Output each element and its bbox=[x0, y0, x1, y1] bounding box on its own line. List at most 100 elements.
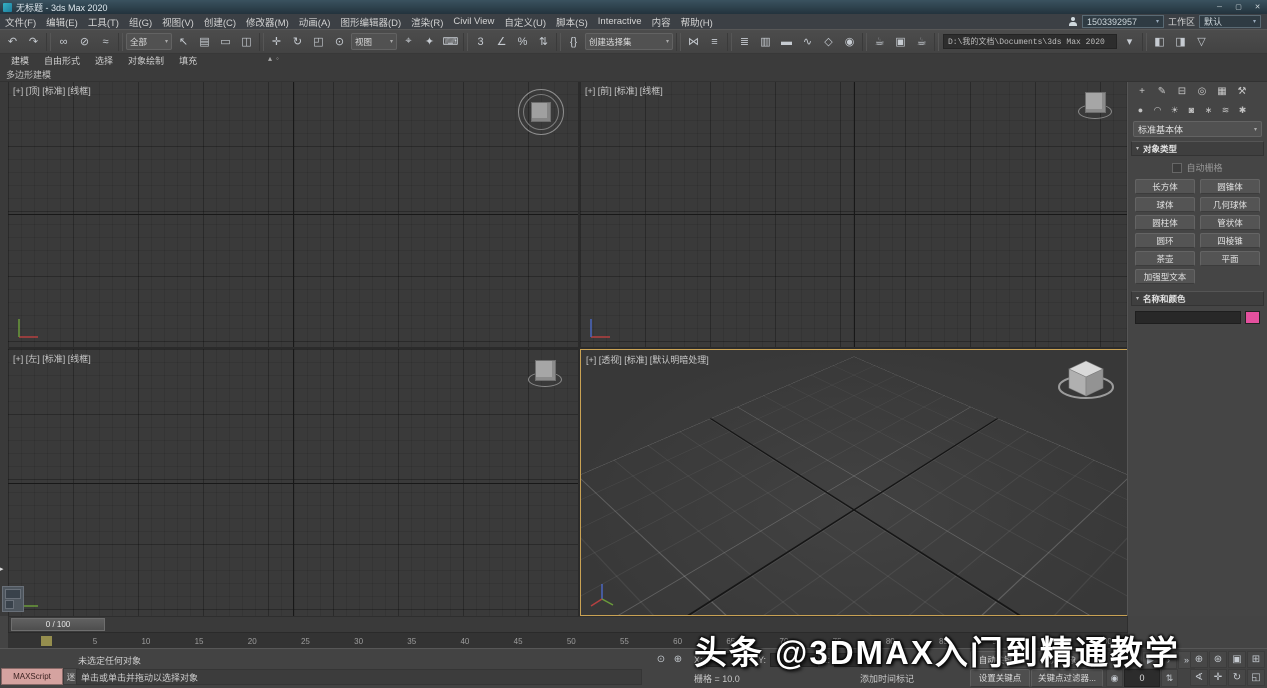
display-tab-icon[interactable]: ▦ bbox=[1212, 84, 1232, 99]
menu-item[interactable]: 组(G) bbox=[124, 15, 157, 29]
orbit-icon[interactable]: ↻ bbox=[1228, 669, 1246, 686]
angle-snap-icon[interactable]: ∠ bbox=[491, 32, 512, 51]
primitive-button[interactable]: 平面 bbox=[1200, 251, 1260, 266]
viewcube[interactable] bbox=[1057, 356, 1115, 406]
viewport-perspective[interactable]: [+] [透视] [标准] [默认明暗处理] bbox=[580, 349, 1128, 616]
utilities-tab-icon[interactable]: ⚒ bbox=[1232, 84, 1252, 99]
viewport-top[interactable]: [+] [顶] [标准] [线框] bbox=[8, 81, 578, 347]
layer-explorer-icon[interactable]: ▥ bbox=[755, 32, 776, 51]
viewcube[interactable] bbox=[518, 89, 564, 135]
edit-named-selection-sets-icon[interactable]: {} bbox=[563, 32, 584, 51]
rendered-frame-window-icon[interactable]: ▣ bbox=[890, 32, 911, 51]
viewcube[interactable] bbox=[528, 357, 562, 389]
viewport-top-label[interactable]: [+] [顶] [标准] [线框] bbox=[13, 84, 91, 97]
workspace-dropdown[interactable]: 默认 bbox=[1199, 15, 1261, 28]
create-tab-icon[interactable]: + bbox=[1132, 84, 1152, 99]
menu-item[interactable]: Interactive bbox=[593, 16, 647, 27]
primitive-button[interactable]: 四棱锥 bbox=[1200, 233, 1260, 248]
viewport-left[interactable]: [+] [左] [标准] [线框] bbox=[8, 349, 578, 616]
primitive-button[interactable]: 几何球体 bbox=[1200, 197, 1260, 212]
unlink-selection-icon[interactable]: ⊘ bbox=[74, 32, 95, 51]
percent-snap-icon[interactable]: % bbox=[512, 32, 533, 51]
cameras-category-icon[interactable]: ◙ bbox=[1183, 103, 1200, 117]
viewcube[interactable] bbox=[1078, 89, 1112, 121]
spinner-snap-icon[interactable]: ⇅ bbox=[533, 32, 554, 51]
maxscript-mini-listener[interactable]: MAXScript bbox=[1, 668, 63, 685]
viewport-perspective-label[interactable]: [+] [透视] [标准] [默认明暗处理] bbox=[586, 353, 709, 366]
scene-explorer-icon[interactable]: ≣ bbox=[734, 32, 755, 51]
named-selection-sets-dropdown[interactable]: 创建选择集 bbox=[585, 33, 673, 50]
shapes-category-icon[interactable]: ◠ bbox=[1149, 103, 1166, 117]
hierarchy-tab-icon[interactable]: ⊟ bbox=[1172, 84, 1192, 99]
ribbon-tab[interactable]: 建模 bbox=[4, 53, 36, 68]
render-production-icon[interactable]: ☕ bbox=[911, 32, 932, 51]
fov-icon[interactable]: ∢ bbox=[1190, 669, 1208, 686]
redo-icon[interactable]: ↷ bbox=[23, 32, 44, 51]
undo-icon[interactable]: ↶ bbox=[2, 32, 23, 51]
zoom-extents-icon[interactable]: ▣ bbox=[1228, 651, 1246, 668]
ribbon-toggle-icon[interactable]: ▬ bbox=[776, 32, 797, 51]
menu-item[interactable]: 视图(V) bbox=[157, 15, 199, 29]
select-and-link-icon[interactable]: ∞ bbox=[53, 32, 74, 51]
isolate-selection-icon[interactable]: ⊙ bbox=[653, 652, 669, 667]
material-editor-icon[interactable]: ◉ bbox=[839, 32, 860, 51]
select-and-rotate-icon[interactable]: ↻ bbox=[287, 32, 308, 51]
close-button[interactable]: ✕ bbox=[1248, 1, 1267, 14]
motion-tab-icon[interactable]: ◎ bbox=[1192, 84, 1212, 99]
menu-item[interactable]: 工具(T) bbox=[83, 15, 124, 29]
ribbon-minimize-icon[interactable]: ▴ bbox=[268, 54, 272, 63]
primitive-button[interactable]: 管状体 bbox=[1200, 215, 1260, 230]
ribbon-tab[interactable]: 填充 bbox=[172, 53, 204, 68]
modify-tab-icon[interactable]: ✎ bbox=[1152, 84, 1172, 99]
object-type-rollout[interactable]: 对象类型 bbox=[1131, 141, 1264, 156]
viewport-front-label[interactable]: [+] [前] [标准] [线框] bbox=[585, 84, 663, 97]
mirror-icon[interactable]: ⋈ bbox=[683, 32, 704, 51]
project-folder-field[interactable]: D:\我的文档\Documents\3ds Max 2020 bbox=[943, 34, 1117, 49]
render-flyout-icon[interactable]: ◧ bbox=[1149, 32, 1170, 51]
align-icon[interactable]: ≡ bbox=[704, 32, 725, 51]
primitive-button[interactable]: 球体 bbox=[1135, 197, 1195, 212]
select-by-name-icon[interactable]: ▤ bbox=[194, 32, 215, 51]
selection-lock-icon[interactable]: ⊕ bbox=[670, 652, 686, 667]
menu-item[interactable]: 文件(F) bbox=[0, 15, 41, 29]
select-and-manipulate-icon[interactable]: ✦ bbox=[419, 32, 440, 51]
reference-coordinate-dropdown[interactable]: 视图 bbox=[351, 33, 397, 50]
bind-to-space-warp-icon[interactable]: ≈ bbox=[95, 32, 116, 51]
primitive-button[interactable]: 长方体 bbox=[1135, 179, 1195, 194]
ribbon-tab[interactable]: 对象绘制 bbox=[121, 53, 171, 68]
object-name-input[interactable] bbox=[1135, 311, 1241, 324]
menu-item[interactable]: Civil View bbox=[448, 16, 499, 27]
window-crossing-icon[interactable]: ◫ bbox=[236, 32, 257, 51]
name-color-rollout[interactable]: 名称和颜色 bbox=[1131, 291, 1264, 306]
primitive-button[interactable]: 加强型文本 bbox=[1135, 269, 1195, 284]
menu-item[interactable]: 动画(A) bbox=[294, 15, 336, 29]
keyboard-shortcut-override-icon[interactable]: ⌨ bbox=[440, 32, 461, 51]
menu-item[interactable]: 内容 bbox=[647, 15, 676, 29]
primitive-button[interactable]: 圆锥体 bbox=[1200, 179, 1260, 194]
menu-item[interactable]: 渲染(R) bbox=[406, 15, 448, 29]
systems-category-icon[interactable]: ✱ bbox=[1234, 103, 1251, 117]
time-slider-handle[interactable]: 0 / 100 bbox=[11, 618, 105, 631]
maximize-button[interactable]: ▢ bbox=[1229, 1, 1248, 14]
primitive-button[interactable]: 茶壶 bbox=[1135, 251, 1195, 266]
viewport-left-label[interactable]: [+] [左] [标准] [线框] bbox=[13, 352, 91, 365]
minimize-button[interactable]: ─ bbox=[1210, 1, 1229, 14]
ribbon-options-icon[interactable]: ◦ bbox=[276, 54, 279, 63]
primitive-button[interactable]: 圆环 bbox=[1135, 233, 1195, 248]
geometry-category-icon[interactable]: ● bbox=[1132, 103, 1149, 117]
viewport-front[interactable]: [+] [前] [标准] [线框] bbox=[580, 81, 1128, 347]
select-object-icon[interactable]: ↖ bbox=[173, 32, 194, 51]
schematic-view-icon[interactable]: ◇ bbox=[818, 32, 839, 51]
ribbon-tab[interactable]: 自由形式 bbox=[37, 53, 87, 68]
render-setup-icon[interactable]: ☕ bbox=[869, 32, 890, 51]
menu-item[interactable]: 编辑(E) bbox=[41, 15, 83, 29]
render-region-icon[interactable]: ◨ bbox=[1170, 32, 1191, 51]
lights-category-icon[interactable]: ☀ bbox=[1166, 103, 1183, 117]
select-and-place-icon[interactable]: ⊙ bbox=[329, 32, 350, 51]
snaps-toggle-icon[interactable]: 3 bbox=[470, 32, 491, 51]
primitive-button[interactable]: 圆柱体 bbox=[1135, 215, 1195, 230]
maximize-viewport-icon[interactable]: ◱ bbox=[1247, 669, 1265, 686]
zoom-extents-all-icon[interactable]: ⊞ bbox=[1247, 651, 1265, 668]
pan-icon[interactable]: ✛ bbox=[1209, 669, 1227, 686]
expand-arrow-icon[interactable]: ▸ bbox=[0, 565, 4, 573]
